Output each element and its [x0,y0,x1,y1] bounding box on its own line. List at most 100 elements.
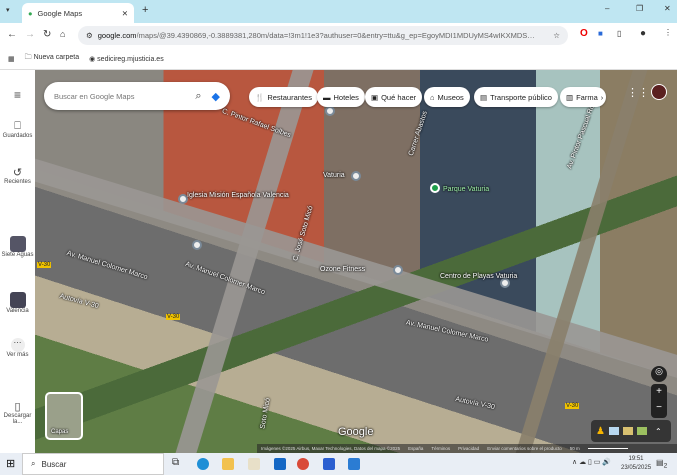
taskbar-search[interactable]: ⌕ Buscar [22,453,164,475]
pegman-icon[interactable]: ♟ [596,426,605,437]
poi-label: Centro de Playas Vaturia [440,273,518,280]
bookmarks-bar: ▦ 🗀 Nueva carpeta ◉ sedicireg.mjusticia.… [0,48,677,70]
layers-button[interactable]: Capas [45,392,83,440]
tab-list-chevron-icon[interactable]: ▾ [6,6,10,14]
browser-tab-bar: ▾ ● Google Maps ✕ + – ❐ ✕ [0,0,677,23]
minimize-button[interactable]: – [605,4,609,13]
close-tab-icon[interactable]: ✕ [122,9,128,18]
extension-icon[interactable]: ■ [598,29,603,38]
my-location-button[interactable]: ◎ [651,366,667,382]
place-pin[interactable] [325,106,335,116]
zoom-out-button[interactable]: − [651,400,667,416]
feedback-link[interactable]: Enviar comentarios sobre el producto [487,446,562,451]
place-pin[interactable] [192,240,202,250]
apps-grid-icon[interactable]: ⋮⋮ [627,86,649,99]
app-icon[interactable] [323,458,335,470]
chip-things-to-do[interactable]: ▣ Qué hacer [365,87,423,107]
store-icon[interactable] [248,458,260,470]
layer-thumb[interactable] [608,427,619,435]
edge-icon[interactable] [197,458,209,470]
zoom-in-button[interactable]: + [651,384,667,400]
tab-google-maps[interactable]: ● Google Maps ✕ [22,3,134,23]
system-tray-icons[interactable]: ∧ ☁ ▯ ▭ 🔊 [572,458,611,466]
profile-avatar[interactable]: ● [640,28,646,39]
search-box[interactable]: Buscar en Google Maps ⌕ ◆ [44,82,230,110]
expand-icon[interactable]: ⌃ [655,427,662,436]
url-host: google.com [97,31,137,40]
layer-thumb[interactable] [622,427,633,435]
bookmark-star-icon[interactable]: ☆ [553,31,560,40]
task-view-icon[interactable]: ⧉ [172,457,179,468]
sidebar-item-recent[interactable]: ↺ Recientes [0,166,35,185]
street-label: Av. Manuel Colomer Marco [65,249,149,282]
sidebar-item-siete-aguas[interactable]: Siete Aguas [0,236,35,258]
terms-link[interactable]: Términos [431,446,450,451]
place-pin[interactable] [393,265,403,275]
close-window-button[interactable]: ✕ [664,4,671,13]
highway-shield: V-30 [565,403,580,409]
clock[interactable]: 19:51 23/05/2025 [621,455,651,473]
apps-grid-icon[interactable]: ▦ [8,55,15,63]
site-info-icon[interactable]: ⚙ [86,31,93,40]
park-pin[interactable] [430,183,440,193]
layer-thumb[interactable] [636,427,647,435]
street-label: Av. Manuel Colomer Marco [405,319,489,344]
url-path: /maps/@39.4390869,-0.3889381,280m/data=!… [136,31,537,40]
account-avatar[interactable] [651,84,667,100]
place-pin[interactable] [351,171,361,181]
chip-restaurants[interactable]: 🍴 Restaurantes [249,87,318,107]
sidebar-item-download[interactable]: ▯ Descargar la... [0,400,35,425]
poi-label: Ozone Fitness [320,266,366,273]
privacy-link[interactable]: Privacidad [458,446,479,451]
menu-kebab-icon[interactable]: ⋮ [664,28,672,37]
reload-icon[interactable]: ↻ [43,29,51,40]
search-icon[interactable]: ⌕ [195,90,201,103]
restore-button[interactable]: ❐ [636,4,643,13]
file-explorer-icon[interactable] [222,458,234,470]
forward-icon[interactable]: → [25,29,35,40]
windows-start-icon[interactable]: ⊞ [6,457,15,470]
chip-museums[interactable]: ⌂ Museos [424,87,470,107]
satellite-map[interactable]: C. Pintor Rafael Solbes Iglesia Misión E… [35,70,677,453]
chip-label: Museos [437,92,464,102]
opera-icon[interactable]: O [580,28,588,39]
taskbar-search-input[interactable]: Buscar [41,460,66,469]
bookmark-link[interactable]: ◉ sedicireg.mjusticia.es [89,55,164,63]
url-bar[interactable]: ⚙ google.com /maps/@39.4390869,-0.388938… [78,26,568,45]
sidebar-label: Valencia [6,308,29,314]
country-link[interactable]: España [408,446,423,451]
notifications-icon[interactable]: ▤2 [656,458,667,470]
search-input[interactable]: Buscar en Google Maps [54,92,134,101]
sidebar-item-valencia[interactable]: Valencia [0,292,35,314]
chevron-right-icon[interactable]: › [601,93,604,102]
bookmark-folder[interactable]: 🗀 Nueva carpeta [25,53,79,64]
maps-pin-icon: ● [28,8,33,18]
directions-icon[interactable]: ◆ [212,90,220,103]
chip-hotels[interactable]: ▬ Hoteles [317,87,365,107]
word-icon[interactable] [348,458,360,470]
chip-label: Restaurantes [267,92,312,102]
map-controls-strip: ♟ ⌃ [591,420,671,442]
sidebar-item-saved[interactable]: ⎕ Guardados [0,120,35,139]
maps-sidebar: ≡ ⎕ Guardados ↺ Recientes Siete Aguas Vale… [0,70,35,453]
phone-icon: ▯ [14,401,21,413]
home-icon[interactable]: ⌂ [60,29,65,39]
new-tab-button[interactable]: + [142,4,148,16]
menu-hamburger-icon[interactable]: ≡ [0,88,35,102]
chip-pharmacy[interactable]: ▥ Farma › [560,87,606,107]
attribution-bar: Imágenes ©2025 Airbus, Maxar Technologie… [257,444,677,453]
chrome-icon[interactable] [297,458,309,470]
highway-label: Autovía V-30 [58,292,100,311]
poi-label: Iglesia Misión Española Valencia [187,192,289,199]
camera-icon: ▣ [371,92,379,102]
sidebar-item-more[interactable]: ⋯ Ver más [0,338,35,358]
notification-count: 2 [663,462,668,470]
sidebar-label: Descargar la... [3,413,32,425]
extensions-puzzle-icon[interactable]: ▯ [617,29,621,38]
outlook-icon[interactable] [274,458,286,470]
chip-label: Hoteles [333,92,359,102]
chip-transit[interactable]: ▤ Transporte público [474,87,558,107]
scale-bar [587,448,628,449]
back-icon[interactable]: ← [7,29,17,40]
road-soto-mico [174,70,316,453]
